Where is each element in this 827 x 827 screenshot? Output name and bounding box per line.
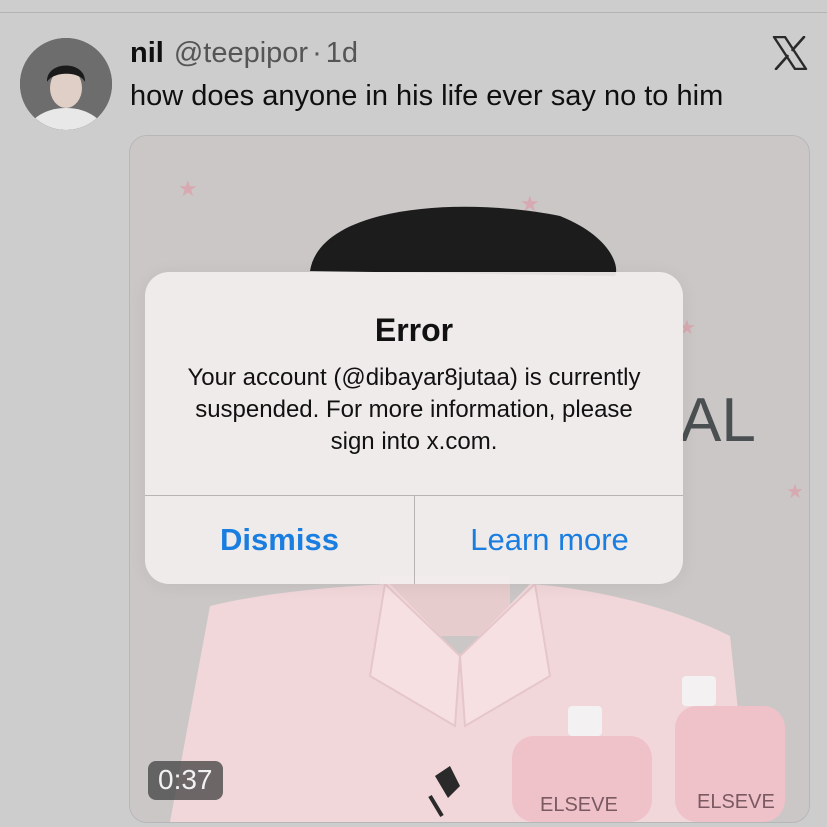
tweet-header: nil @teepipor · 1d (130, 36, 358, 70)
video-duration-badge: 0:37 (148, 761, 223, 800)
tweet-screen: nil @teepipor · 1d how does anyone in hi… (0, 0, 827, 827)
svg-text:★: ★ (786, 481, 804, 503)
bottle-label-2: ELSEVE (697, 791, 775, 813)
author-handle[interactable]: @teepipor (174, 37, 308, 70)
author-name[interactable]: nil (130, 37, 164, 70)
svg-text:★: ★ (178, 176, 198, 201)
dismiss-button[interactable]: Dismiss (145, 496, 414, 584)
tweet-text: how does anyone in his life ever say no … (130, 80, 724, 112)
bottle-label-1: ELSEVE (540, 794, 618, 816)
alert-title: Error (374, 312, 454, 348)
separator-dot: · (312, 36, 322, 69)
alert-message: Your account (@dibayar8jutaa) is current… (187, 364, 641, 455)
tweet-time[interactable]: 1d (326, 37, 358, 70)
background-letters: AL (680, 386, 756, 455)
avatar-image (20, 38, 112, 130)
learn-more-button[interactable]: Learn more (415, 496, 683, 584)
avatar[interactable] (20, 38, 112, 130)
error-alert-dialog: Error Your account (@dibayar8jutaa) is c… (145, 272, 683, 584)
top-divider (0, 12, 827, 13)
x-logo-icon[interactable] (772, 36, 808, 70)
